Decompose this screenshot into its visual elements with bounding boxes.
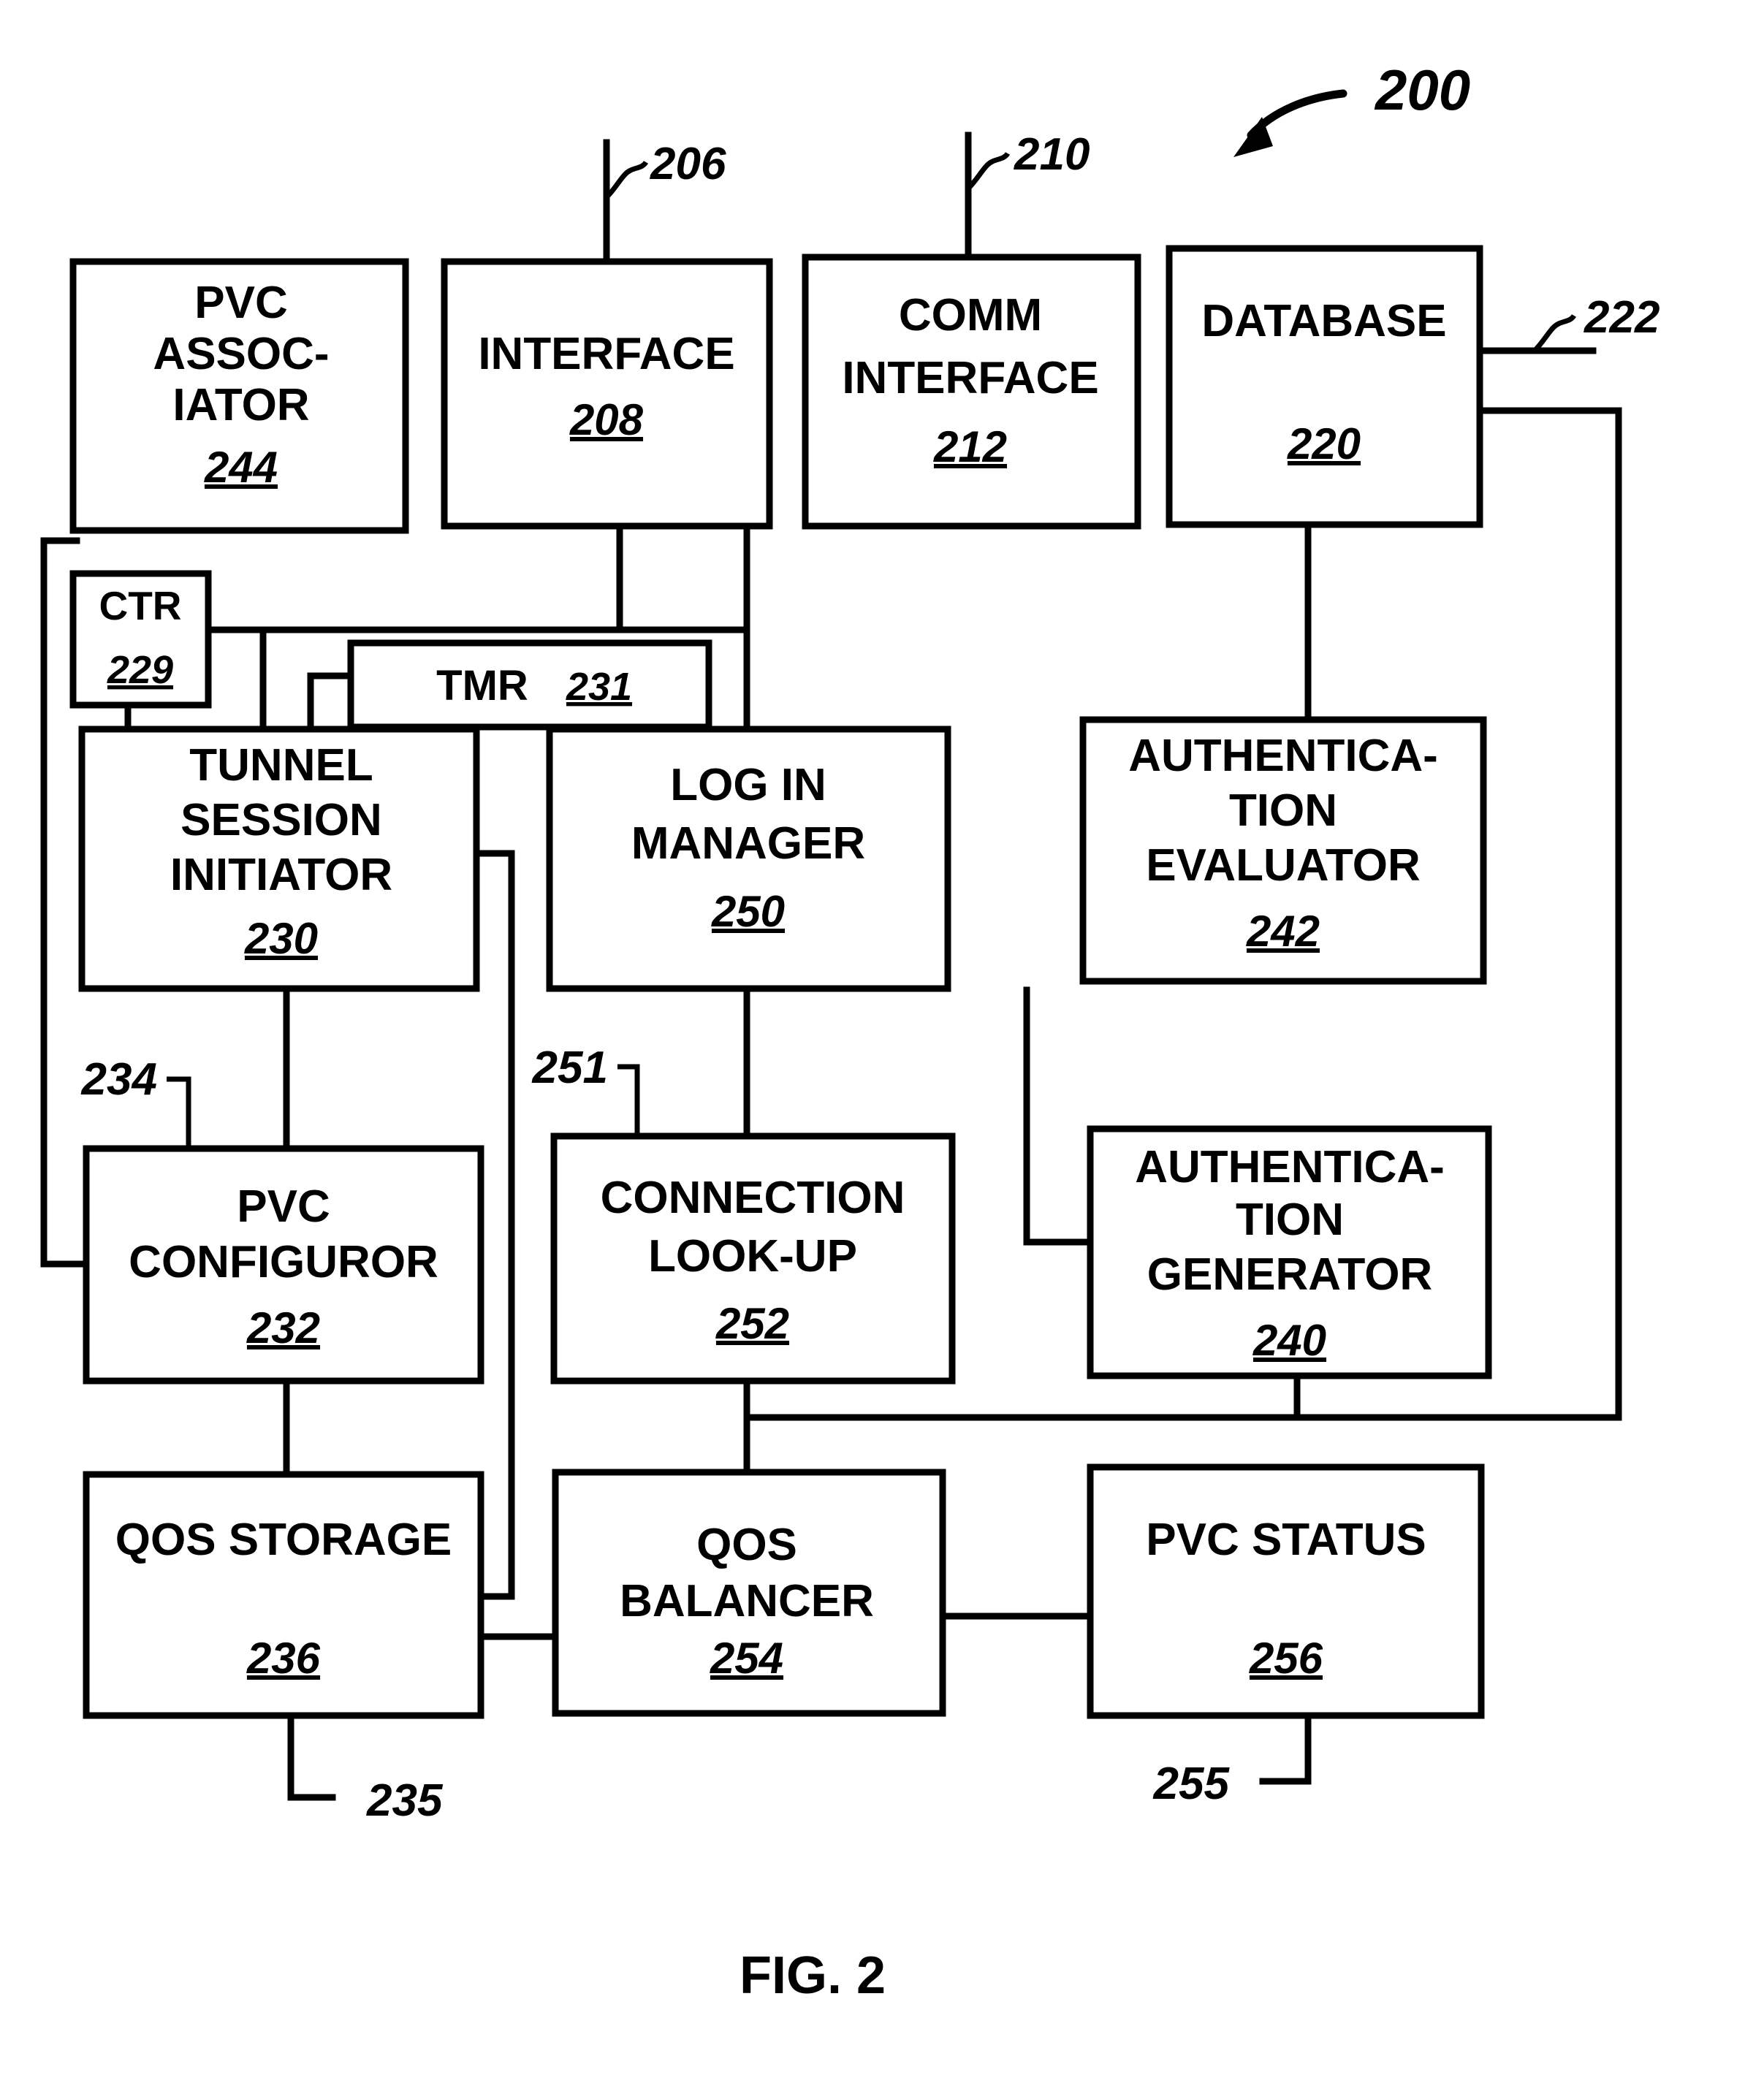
box-connection-lookup[interactable]: CONNECTION LOOK-UP 252 [550, 1132, 956, 1385]
leader-206 [604, 160, 648, 199]
auth-eval-line-2: TION [1229, 785, 1337, 836]
pvc-configuror-line-1: PVC [237, 1181, 330, 1232]
leader-210 [966, 151, 1010, 191]
box-authentication-generator[interactable]: AUTHENTICA- TION GENERATOR 240 [1087, 1125, 1492, 1379]
ref-200: 200 [1374, 58, 1470, 122]
auth-gen-line-1: AUTHENTICA- [1135, 1142, 1445, 1192]
box-tunnel-session-initiator[interactable]: TUNNEL SESSION INITIATOR 230 [78, 726, 480, 992]
pvc-configuror-number: 232 [246, 1303, 320, 1352]
comm-interface-line-1: COMM [899, 290, 1042, 340]
database-number: 220 [1287, 419, 1361, 468]
auth-gen-line-3: GENERATOR [1147, 1249, 1432, 1300]
box-pvc-status[interactable]: PVC STATUS 256 [1087, 1463, 1485, 1719]
ref-234: 234 [81, 1054, 157, 1105]
connection-lookup-line-2: LOOK-UP [648, 1231, 857, 1282]
pvc-configuror-line-2: CONFIGUROR [129, 1237, 438, 1287]
comm-interface-line-2: INTERFACE [842, 353, 1098, 403]
box-tmr[interactable]: TMR 231 [347, 639, 712, 731]
figure-caption: FIG. 2 [740, 1946, 886, 2005]
line-pvc-status-to-255 [1259, 1712, 1312, 1785]
pvc-status-label: PVC STATUS [1146, 1515, 1426, 1565]
box-database[interactable]: DATABASE 220 [1166, 245, 1483, 528]
qos-balancer-number: 254 [710, 1634, 783, 1683]
system-callout-200: 200 [1233, 58, 1470, 157]
box-login-manager[interactable]: LOG IN MANAGER 250 [546, 726, 951, 992]
login-manager-number: 250 [711, 887, 785, 936]
tunnel-line-3: INITIATOR [170, 850, 392, 900]
ctr-number: 229 [107, 648, 173, 692]
pvc-associator-line-3: IATOR [172, 380, 309, 430]
connection-lookup-line-1: CONNECTION [601, 1173, 905, 1223]
tmr-number: 231 [566, 665, 632, 709]
tunnel-number: 230 [244, 914, 318, 963]
leader-234 [167, 1076, 191, 1149]
auth-eval-number: 242 [1246, 907, 1320, 956]
auth-gen-line-2: TION [1236, 1195, 1344, 1245]
login-manager-line-2: MANAGER [631, 818, 865, 869]
box-qos-storage[interactable]: QOS STORAGE 236 [83, 1471, 484, 1719]
auth-gen-number: 240 [1252, 1316, 1326, 1365]
login-manager-line-1: LOG IN [670, 760, 826, 810]
tunnel-line-1: TUNNEL [189, 740, 373, 791]
qos-storage-number: 236 [246, 1634, 321, 1683]
auth-eval-line-1: AUTHENTICA- [1128, 731, 1438, 781]
comm-interface-number: 212 [933, 422, 1007, 471]
database-rect [1166, 245, 1483, 528]
ref-210: 210 [1014, 129, 1090, 180]
leader-222 [1532, 313, 1576, 353]
qos-balancer-line-1: QOS [696, 1520, 797, 1570]
pvc-associator-line-1: PVC [194, 278, 287, 328]
tmr-rect [347, 639, 712, 731]
ref-206: 206 [650, 139, 726, 189]
figure-2-block-diagram: PVC ASSOC- IATOR 244 INTERFACE 208 COMM … [40, 58, 1660, 2005]
database-label: DATABASE [1201, 296, 1446, 346]
ref-255: 255 [1153, 1759, 1231, 1809]
box-authentication-evaluator[interactable]: AUTHENTICA- TION EVALUATOR 242 [1079, 716, 1487, 985]
line-autheval-to-authgen [1023, 986, 1094, 1246]
pvc-associator-number: 244 [204, 443, 278, 492]
box-pvc-associator[interactable]: PVC ASSOC- IATOR 244 [69, 258, 409, 534]
box-pvc-configuror[interactable]: PVC CONFIGUROR 232 [83, 1145, 484, 1385]
interface-label: INTERFACE [478, 329, 734, 379]
interface-number: 208 [569, 395, 644, 444]
leader-251 [617, 1064, 640, 1136]
line-tmr-left-stub [307, 672, 354, 731]
ref-235: 235 [366, 1775, 444, 1826]
connection-lookup-number: 252 [715, 1299, 789, 1348]
qos-balancer-line-2: BALANCER [620, 1576, 874, 1626]
qos-storage-label: QOS STORAGE [115, 1515, 452, 1565]
tmr-label: TMR [436, 662, 528, 709]
box-comm-interface[interactable]: COMM INTERFACE 212 [802, 254, 1141, 530]
interface-rect [441, 258, 773, 530]
box-ctr[interactable]: CTR 229 [69, 570, 212, 709]
pvc-status-number: 256 [1249, 1634, 1323, 1683]
auth-eval-line-3: EVALUATOR [1146, 840, 1420, 891]
box-interface[interactable]: INTERFACE 208 [441, 258, 773, 530]
line-qos-storage-to-235 [287, 1712, 336, 1801]
patent-figure: PVC ASSOC- IATOR 244 INTERFACE 208 COMM … [0, 0, 1764, 2094]
ref-251: 251 [532, 1043, 608, 1093]
box-qos-balancer[interactable]: QOS BALANCER 254 [552, 1469, 946, 1717]
ctr-label: CTR [99, 583, 181, 628]
ref-222: 222 [1584, 292, 1660, 343]
pvc-associator-line-2: ASSOC- [153, 329, 329, 379]
tunnel-line-2: SESSION [180, 795, 382, 845]
